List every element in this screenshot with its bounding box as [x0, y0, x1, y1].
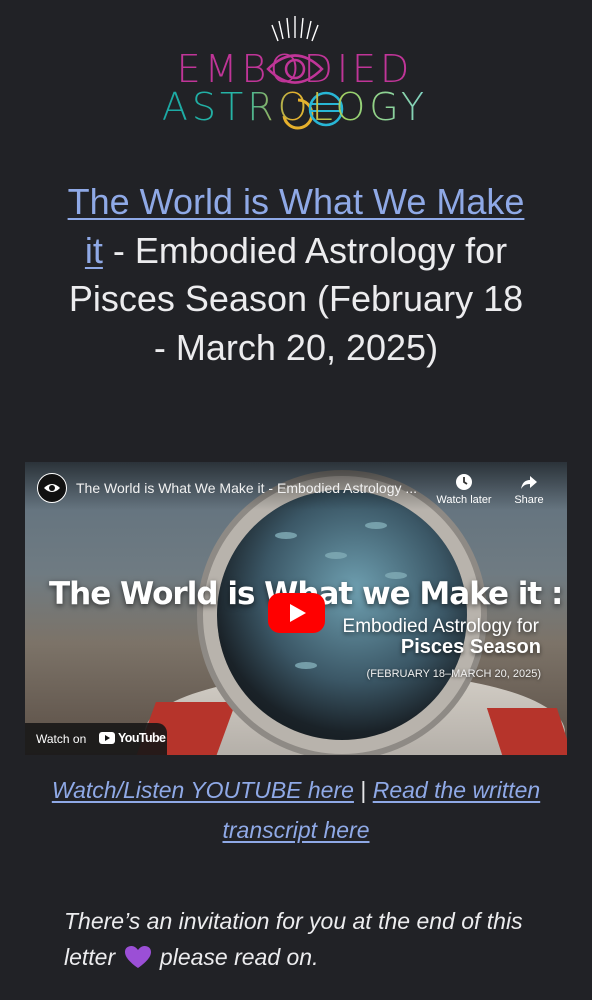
suit-stripe [486, 708, 567, 755]
youtube-embed[interactable]: The World is What We Make it - Embodied … [25, 462, 567, 755]
youtube-link[interactable]: Watch/Listen YOUTUBE here [52, 777, 354, 803]
youtube-logo-icon [99, 732, 115, 744]
watch-later-label: Watch later [436, 494, 492, 506]
thumbnail-subtitle-bold: Pisces Season [400, 636, 541, 658]
watch-later-button[interactable]: Watch later [429, 472, 499, 506]
share-arrow-icon [521, 476, 537, 489]
headline-rest: - Embodied Astrology for Pisces Season (… [68, 229, 524, 368]
watch-on-youtube-button[interactable]: Watch on YouTube [25, 723, 167, 755]
logo-word-embodied: EMBODIED [176, 47, 414, 91]
newsletter-headline: The World is What We Make it - Embodied … [60, 178, 532, 372]
channel-eye-icon[interactable] [37, 473, 67, 503]
watch-on-label: Watch on [36, 732, 87, 746]
fish-shape [325, 552, 347, 559]
invitation-after: please read on. [153, 944, 319, 970]
video-links: Watch/Listen YOUTUBE here | Read the wri… [40, 770, 552, 850]
play-icon[interactable] [268, 593, 325, 633]
share-label: Share [514, 494, 544, 506]
logo-word-astrology: ASTROLOGY [161, 85, 429, 129]
share-button[interactable]: Share [494, 472, 564, 506]
invitation-text: There’s an invitation for you at the end… [64, 903, 534, 975]
embodied-astrology-logo[interactable]: EMBODIED ASTROLOGY [160, 14, 430, 130]
thumbnail-dates: (FEBRUARY 18–MARCH 20, 2025) [366, 668, 541, 680]
fish-shape [275, 532, 297, 539]
video-title[interactable]: The World is What We Make it - Embodied … [76, 480, 436, 496]
purple-heart-icon [124, 946, 151, 968]
fish-shape [365, 522, 387, 529]
youtube-wordmark: YouTube [118, 731, 166, 745]
clock-icon [456, 474, 472, 490]
astronaut-helmet [217, 490, 467, 740]
link-separator: | [360, 777, 367, 803]
